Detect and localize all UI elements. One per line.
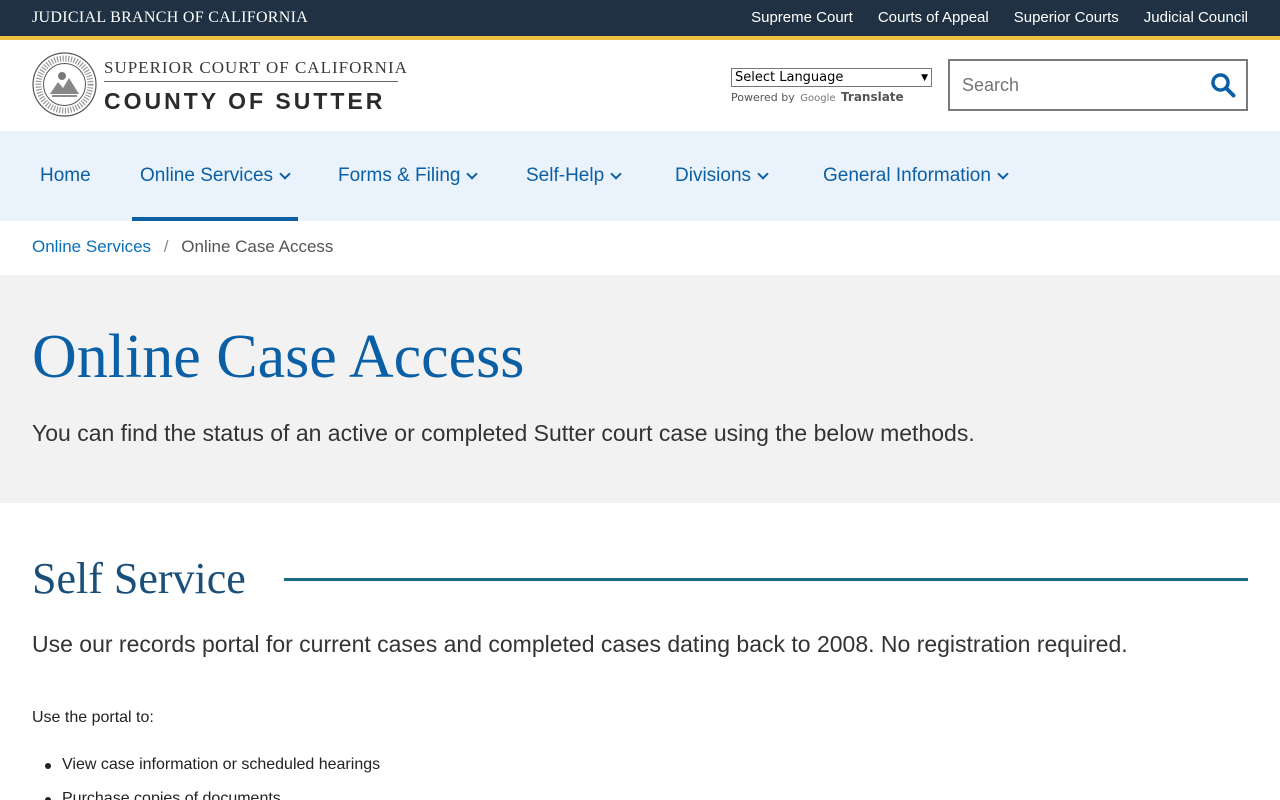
nav-general-information[interactable]: General Information [823,131,1009,221]
chevron-down-icon [466,167,479,180]
page-intro: You can find the status of an active or … [32,420,975,446]
main-nav: Home Online Services Forms & Filing Self… [0,131,1280,221]
language-select[interactable]: Select Language ▼ [731,68,932,87]
list-item: Purchase copies of documents [44,782,380,800]
judicial-branch-label: JUDICIAL BRANCH OF CALIFORNIA [32,9,309,26]
nav-home[interactable]: Home [40,131,91,221]
search-icon [1211,73,1236,98]
powered-by-google: Powered by Google Translate [731,90,932,104]
list-intro: Use the portal to: [32,709,154,726]
nav-forms-filing-label: Forms & Filing [338,165,461,186]
section-title-self-service: Self Service [32,554,246,603]
powered-by-label: Powered by [731,91,795,104]
nav-home-label: Home [40,165,91,186]
nav-forms-filing[interactable]: Forms & Filing [338,131,479,221]
breadcrumb-parent-link[interactable]: Online Services [32,237,151,256]
search-input[interactable] [962,74,1202,96]
page-hero: Online Case Access You can find the stat… [0,275,1280,503]
court-name-divider [104,81,398,82]
toplink-judicial-council[interactable]: Judicial Council [1144,9,1248,26]
court-seal-icon[interactable] [32,52,97,117]
chevron-down-icon [279,167,291,180]
page-title: Online Case Access [32,323,525,391]
chevron-down-icon [997,167,1009,180]
chevron-down-icon [757,167,769,180]
google-translate-widget: Select Language ▼ Powered by Google Tran… [731,68,932,104]
nav-self-help-label: Self-Help [526,165,605,186]
section-lead: Use our records portal for current cases… [32,631,1128,657]
search-box [948,59,1248,111]
chevron-down-icon [610,167,622,180]
portal-uses-list: View case information or scheduled heari… [44,748,380,800]
court-name[interactable]: SUPERIOR COURT OF CALIFORNIA [104,58,408,77]
toplink-superior-courts[interactable]: Superior Courts [1014,9,1119,26]
nav-divisions-label: Divisions [675,165,752,186]
top-links: Supreme Court Courts of Appeal Superior … [751,9,1248,26]
toplink-courts-of-appeal[interactable]: Courts of Appeal [878,9,989,26]
list-item: View case information or scheduled heari… [44,748,380,782]
county-name[interactable]: COUNTY OF SUTTER [104,88,385,114]
toplink-supreme-court[interactable]: Supreme Court [751,9,853,26]
section-divider [284,578,1248,581]
language-select-value: Select Language [735,70,844,85]
top-utility-bar: JUDICIAL BRANCH OF CALIFORNIA Supreme Co… [0,0,1280,36]
breadcrumb-separator: / [163,237,169,256]
site-header: SUPERIOR COURT OF CALIFORNIA COUNTY OF S… [0,40,1280,131]
google-logo: Google [800,93,836,104]
translate-link[interactable]: Translate [841,90,904,104]
nav-self-help[interactable]: Self-Help [526,131,622,221]
breadcrumb-current: Online Case Access [181,237,334,256]
breadcrumb: Online Services / Online Case Access [32,237,333,257]
nav-divisions[interactable]: Divisions [675,131,769,221]
nav-online-services[interactable]: Online Services [140,131,291,221]
nav-active-indicator [132,217,298,221]
search-button[interactable] [1210,72,1236,98]
nav-general-information-label: General Information [823,165,991,186]
chevron-down-icon: ▼ [921,72,928,83]
nav-online-services-label: Online Services [140,165,274,186]
